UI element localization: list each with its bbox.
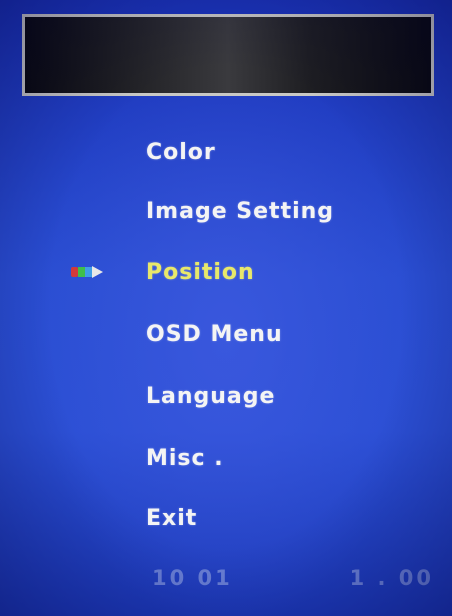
osd-menu: Color Image Setting Position OSD Menu La…	[0, 0, 452, 616]
title-display-box	[22, 14, 434, 96]
menu-item-osd-menu[interactable]: OSD Menu	[146, 322, 283, 347]
menu-item-position[interactable]: Position	[146, 260, 255, 285]
menu-item-image-setting[interactable]: Image Setting	[146, 199, 334, 224]
menu-item-misc[interactable]: Misc .	[146, 446, 224, 471]
arrow-pointer-icon	[71, 266, 103, 278]
menu-item-exit[interactable]: Exit	[146, 506, 197, 531]
menu-item-color[interactable]: Color	[146, 140, 216, 165]
firmware-version: 1 . 00	[349, 566, 434, 590]
menu-item-language[interactable]: Language	[146, 384, 275, 409]
firmware-date: 10 01	[152, 566, 233, 590]
